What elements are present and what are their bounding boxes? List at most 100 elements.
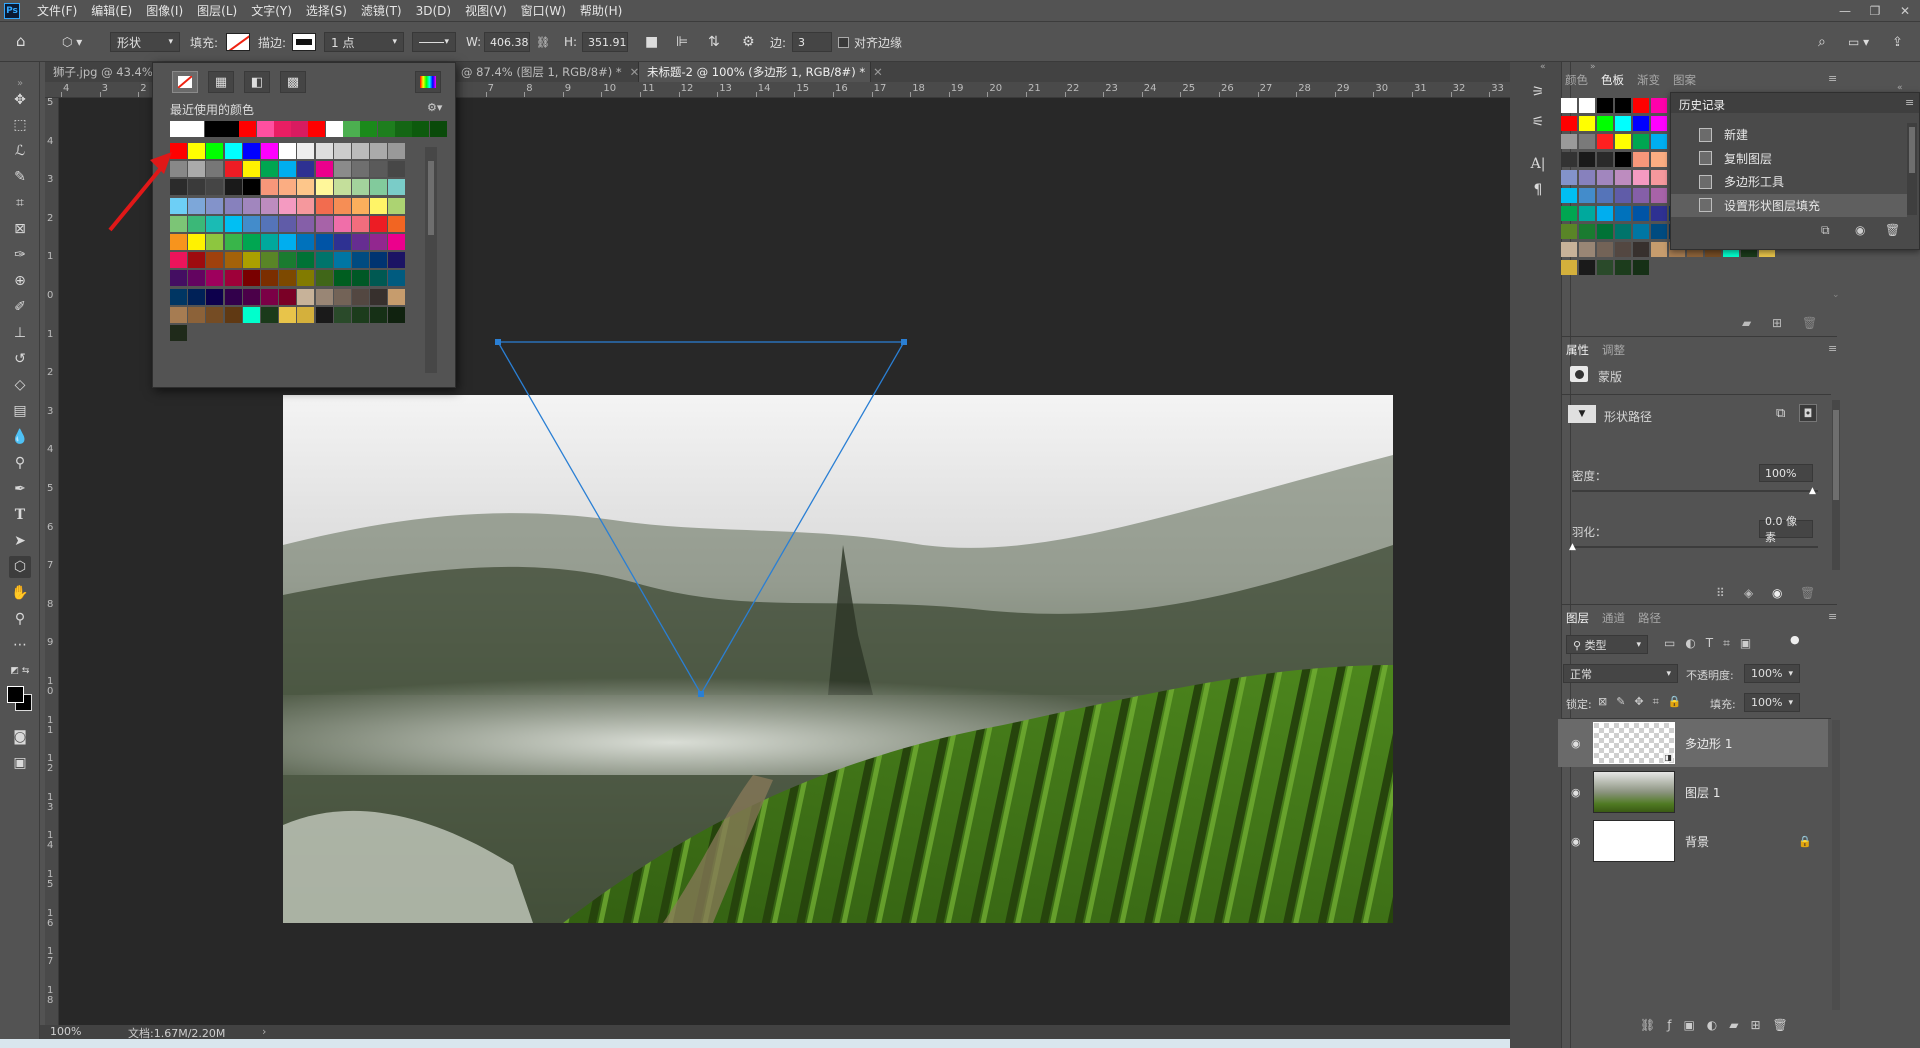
swatch[interactable]	[1579, 170, 1595, 185]
stamp-tool-icon[interactable]: ⊥	[9, 322, 31, 344]
swatch[interactable]	[239, 121, 257, 137]
tab-properties[interactable]: 属性	[1566, 342, 1589, 358]
gear-icon[interactable]: ⚙▾	[427, 101, 442, 114]
swatch[interactable]	[388, 179, 406, 196]
swatch[interactable]	[1651, 224, 1667, 239]
swatch[interactable]	[170, 121, 187, 137]
filter-type-select[interactable]: ⚲ 类型 ▾	[1566, 635, 1648, 654]
quick-mask-icon[interactable]: ◙	[9, 726, 31, 748]
swatch[interactable]	[388, 252, 406, 269]
swatch[interactable]	[1651, 134, 1667, 149]
swatch[interactable]	[315, 306, 333, 323]
tab-color-panel-0[interactable]: 颜色	[1565, 72, 1588, 88]
swatch[interactable]	[242, 179, 260, 196]
swatch[interactable]	[370, 179, 388, 196]
swatch[interactable]	[315, 161, 333, 178]
swatch[interactable]	[352, 270, 369, 287]
swatch[interactable]	[297, 143, 315, 159]
swatch[interactable]	[360, 121, 378, 137]
swatch[interactable]	[1651, 116, 1667, 131]
menu-item-5[interactable]: 选择(S)	[299, 0, 354, 22]
align-edges-checkbox[interactable]	[838, 36, 849, 48]
menu-item-7[interactable]: 3D(D)	[409, 0, 458, 22]
swatch[interactable]	[1579, 188, 1595, 203]
swatch[interactable]	[352, 306, 369, 323]
stroke-swatch[interactable]	[292, 33, 316, 51]
swatch[interactable]	[279, 252, 297, 269]
density-input[interactable]: 100%	[1759, 464, 1813, 482]
swatch[interactable]	[188, 270, 206, 287]
chevron-right-icon[interactable]: ›	[262, 1025, 266, 1038]
swatch[interactable]	[1651, 242, 1667, 257]
eyedropper-tool-icon[interactable]: ✑	[9, 244, 31, 266]
swatch[interactable]	[1561, 206, 1577, 221]
swatch[interactable]	[1651, 188, 1667, 203]
trash-icon[interactable]: 🗑	[1800, 586, 1815, 600]
swatch[interactable]	[1633, 116, 1649, 131]
swatch[interactable]	[1615, 206, 1631, 221]
crop-tool-icon[interactable]: ⌗	[9, 192, 31, 214]
swatch[interactable]	[297, 270, 315, 287]
swatch[interactable]	[1579, 116, 1595, 131]
trash-icon[interactable]: 🗑	[1802, 316, 1817, 330]
swatch[interactable]	[343, 121, 360, 137]
polygon-tool-preset-icon[interactable]: ⬡ ▾	[62, 32, 82, 52]
swatch[interactable]	[308, 121, 326, 137]
swatch[interactable]	[242, 252, 260, 269]
swatch[interactable]	[242, 234, 260, 250]
swatch[interactable]	[291, 121, 309, 137]
menu-item-4[interactable]: 文字(Y)	[244, 0, 299, 22]
swatch[interactable]	[188, 306, 206, 323]
panel-menu-icon[interactable]: ≡	[1828, 342, 1837, 355]
swatch[interactable]	[1651, 206, 1667, 221]
slider-handle[interactable]: ▲	[1809, 486, 1816, 496]
swatch[interactable]	[224, 161, 242, 178]
menu-item-6[interactable]: 滤镜(T)	[354, 0, 409, 22]
swatch[interactable]	[1561, 116, 1577, 131]
swatch[interactable]	[1561, 242, 1577, 257]
swatch[interactable]	[188, 161, 206, 178]
swatch[interactable]	[1597, 170, 1613, 185]
swatch-scrollbar[interactable]	[425, 147, 437, 373]
swatch[interactable]	[412, 121, 430, 137]
menu-item-8[interactable]: 视图(V)	[458, 0, 514, 22]
feather-input[interactable]: 0.0 像素	[1759, 515, 1813, 544]
swatch[interactable]	[242, 161, 260, 178]
swatch[interactable]	[315, 252, 333, 269]
swatch[interactable]	[1561, 134, 1577, 149]
width-input[interactable]: 406.38	[484, 32, 530, 52]
swatch[interactable]	[279, 306, 297, 323]
swatch[interactable]	[297, 179, 315, 196]
blur-tool-icon[interactable]: 💧	[9, 426, 31, 448]
menu-item-2[interactable]: 图像(I)	[139, 0, 190, 22]
swatch[interactable]	[279, 143, 297, 159]
swatch[interactable]	[370, 161, 388, 178]
swatch[interactable]	[1615, 152, 1631, 167]
stroke-type-select[interactable]: ▾	[412, 32, 456, 52]
swatch[interactable]	[333, 288, 351, 305]
swatch[interactable]	[224, 143, 242, 159]
zoom-level[interactable]: 100%	[50, 1025, 81, 1038]
swatch[interactable]	[333, 143, 351, 159]
tab-layer1[interactable]: @ 87.4% (图层 1, RGB/8#) * ✕	[453, 62, 639, 82]
swatch[interactable]	[242, 270, 260, 287]
swatch[interactable]	[1561, 224, 1577, 239]
eye-icon[interactable]: ◉	[1571, 835, 1581, 848]
layer-row-layer1[interactable]: ◉ 图层 1	[1558, 768, 1828, 816]
swatch[interactable]	[206, 179, 224, 196]
swatch[interactable]	[1597, 242, 1613, 257]
slider-handle[interactable]: ▲	[1569, 542, 1576, 552]
move-tool-icon[interactable]: ✥	[9, 89, 31, 111]
swatch[interactable]	[1561, 98, 1577, 113]
fill-swatch[interactable]	[226, 33, 250, 51]
panel-menu-icon[interactable]: ≡	[1828, 610, 1837, 623]
swatch[interactable]	[1633, 260, 1649, 275]
lock-icons[interactable]: ⊠✎✥⌗🔒	[1598, 695, 1691, 709]
swatch[interactable]	[261, 161, 278, 178]
swatch[interactable]	[1633, 170, 1649, 185]
blend-mode-select[interactable]: 正常 ▾	[1563, 664, 1678, 683]
swatch[interactable]	[279, 234, 297, 250]
eye-icon[interactable]: ◉	[1571, 737, 1581, 750]
path-selection-tool-icon[interactable]: ➤	[9, 530, 31, 552]
swatch[interactable]	[1615, 170, 1631, 185]
